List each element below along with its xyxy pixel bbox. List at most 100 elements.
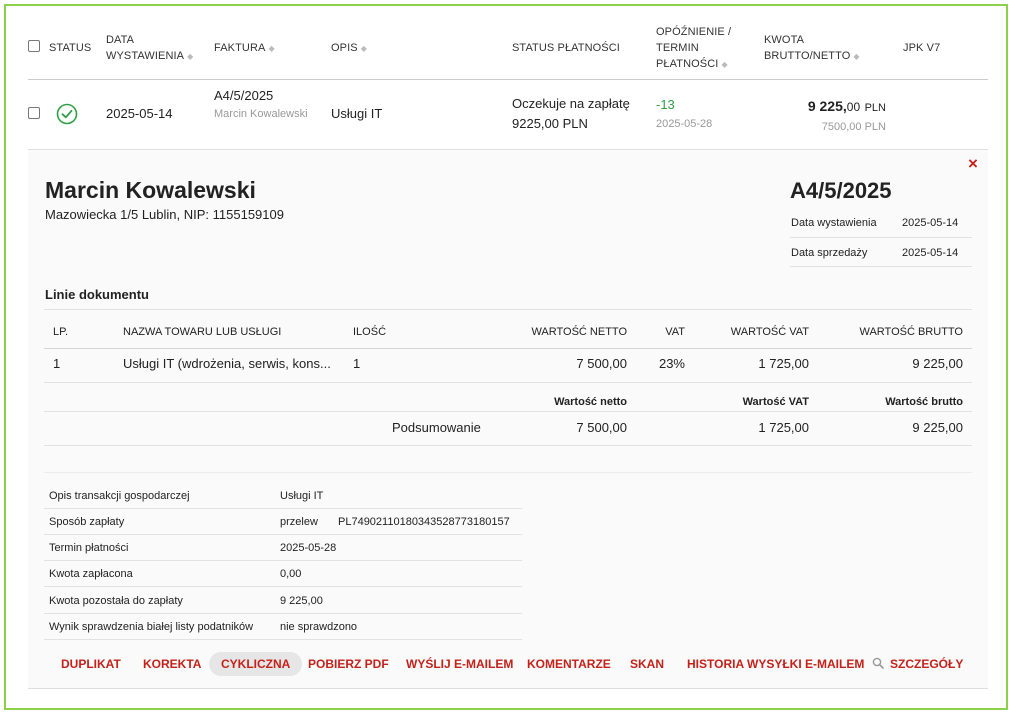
section-divider bbox=[44, 472, 972, 473]
line-vat: 23% bbox=[658, 356, 685, 371]
row-client-name: Marcin Kowalewski bbox=[214, 108, 308, 120]
info-payment-method-label: Sposób zapłaty bbox=[49, 516, 125, 528]
header-payment-status: STATUS PŁATNOŚCI bbox=[512, 42, 620, 54]
info-divider bbox=[44, 508, 522, 509]
info-paid-value: 0,00 bbox=[280, 568, 302, 580]
close-icon[interactable]: × bbox=[968, 154, 978, 174]
header-delay-line3: PŁATNOŚCI bbox=[656, 58, 719, 70]
header-invoice-label: FAKTURA bbox=[214, 42, 266, 54]
client-address: Mazowiecka 1/5 Lublin, NIP: 1155159109 bbox=[45, 207, 284, 222]
info-payment-method-value: przelew bbox=[280, 516, 318, 528]
correction-button[interactable]: KOREKTA bbox=[143, 652, 201, 676]
info-divider bbox=[44, 586, 522, 587]
duplicate-button[interactable]: DUPLIKAT bbox=[61, 652, 121, 676]
info-remaining-value: 9 225,00 bbox=[280, 595, 323, 607]
status-ok-icon bbox=[56, 103, 78, 130]
sort-icon: ◆ bbox=[721, 60, 728, 69]
row-due-date: 2025-05-28 bbox=[656, 118, 713, 130]
summary-label: Podsumowanie bbox=[392, 420, 481, 435]
row-payment-status: Oczekuje na zapłatę bbox=[512, 96, 630, 111]
meta-divider bbox=[790, 266, 972, 267]
meta-divider bbox=[790, 237, 972, 238]
gross-currency: PLN bbox=[864, 102, 886, 114]
row-gross-amount: 9 225,00 PLN bbox=[760, 98, 886, 116]
summary-net: 7 500,00 bbox=[576, 420, 627, 435]
info-due-label: Termin płatności bbox=[49, 542, 129, 554]
header-delay-line2: TERMIN bbox=[656, 42, 699, 54]
row-invoice-number[interactable]: A4/5/2025 bbox=[214, 88, 273, 103]
header-description[interactable]: OPIS ◆ bbox=[331, 40, 367, 57]
email-history-button[interactable]: HISTORIA WYSYŁKI E-MAILEM bbox=[687, 652, 864, 676]
row-net-amount: 7500,00 PLN bbox=[821, 121, 886, 133]
sort-icon: ◆ bbox=[853, 52, 860, 61]
row-payment-amount: 9225,00 PLN bbox=[512, 116, 588, 131]
summary-vat: 1 725,00 bbox=[758, 420, 809, 435]
sort-icon: ◆ bbox=[268, 44, 275, 53]
info-description-value: Usługi IT bbox=[280, 490, 324, 502]
info-due-value: 2025-05-28 bbox=[280, 542, 337, 554]
info-divider bbox=[44, 639, 522, 640]
info-divider bbox=[44, 560, 522, 561]
header-amount-line2: BRUTTO/NETTO bbox=[764, 50, 851, 62]
header-date[interactable]: DATA WYSTAWIENIA ◆ bbox=[106, 32, 193, 65]
select-all-checkbox[interactable] bbox=[28, 40, 40, 52]
header-amount-line1: KWOTA bbox=[764, 34, 805, 46]
invoice-detail-panel: × Marcin Kowalewski Mazowiecka 1/5 Lubli… bbox=[28, 150, 988, 689]
header-date-line1: DATA bbox=[106, 34, 135, 46]
meta-sale-date-label: Data sprzedaży bbox=[791, 247, 868, 259]
row-delay: -13 bbox=[656, 97, 675, 112]
info-divider bbox=[44, 534, 522, 535]
info-whitelist-value: nie sprawdzono bbox=[280, 621, 358, 633]
line-header-divider bbox=[44, 348, 972, 349]
header-delay-line1: OPÓŹNIENIE / bbox=[656, 26, 732, 38]
header-amount[interactable]: KWOTA BRUTTO/NETTO ◆ bbox=[764, 32, 860, 65]
line-net: 7 500,00 bbox=[576, 356, 627, 371]
line-header-name: NAZWA TOWARU LUB USŁUGI bbox=[123, 326, 282, 338]
sort-icon: ◆ bbox=[360, 44, 367, 53]
info-account-number: PL74902110180343528773180157 bbox=[338, 516, 510, 528]
line-header-vat: VAT bbox=[665, 326, 685, 338]
info-remaining-label: Kwota pozostała do zapłaty bbox=[49, 595, 183, 607]
info-divider bbox=[44, 613, 522, 614]
line-row-divider bbox=[44, 382, 972, 383]
summary-vat-label: Wartość VAT bbox=[742, 396, 809, 408]
scan-button[interactable]: SKAN bbox=[630, 652, 664, 676]
gross-decimals: 00 bbox=[846, 100, 861, 114]
summary-gross-label: Wartość brutto bbox=[885, 396, 963, 408]
line-header-lp: LP. bbox=[53, 326, 69, 338]
meta-issue-date-value: 2025-05-14 bbox=[902, 217, 959, 229]
summary-divider bbox=[44, 411, 972, 412]
line-gross: 9 225,00 bbox=[912, 356, 963, 371]
header-invoice[interactable]: FAKTURA ◆ bbox=[214, 40, 275, 57]
summary-bottom-divider bbox=[44, 445, 972, 446]
meta-issue-date-label: Data wystawienia bbox=[791, 217, 877, 229]
summary-net-label: Wartość netto bbox=[554, 396, 627, 408]
line-vat-value: 1 725,00 bbox=[758, 356, 809, 371]
details-button[interactable]: SZCZEGÓŁY bbox=[872, 652, 963, 677]
details-label: SZCZEGÓŁY bbox=[890, 657, 964, 671]
info-paid-label: Kwota zapłacona bbox=[49, 568, 133, 580]
header-delay[interactable]: OPÓŹNIENIE / TERMIN PŁATNOŚCI ◆ bbox=[656, 24, 731, 73]
info-whitelist-label: Wynik sprawdzenia białej listy podatnikó… bbox=[49, 621, 254, 633]
sort-icon: ◆ bbox=[187, 52, 194, 61]
lines-title: Linie dokumentu bbox=[45, 287, 149, 302]
row-date: 2025-05-14 bbox=[106, 106, 173, 121]
header-divider bbox=[28, 79, 988, 80]
header-jpk: JPK V7 bbox=[903, 42, 941, 54]
line-name: Usługi IT (wdrożenia, serwis, kons... bbox=[123, 356, 331, 371]
cyclic-button[interactable]: CYKLICZNA bbox=[209, 652, 303, 676]
info-description-label: Opis transakcji gospodarczej bbox=[49, 490, 190, 502]
line-header-vat-value: WARTOŚĆ VAT bbox=[730, 326, 809, 338]
header-status[interactable]: STATUS bbox=[49, 40, 91, 56]
header-date-line2: WYSTAWIENIA bbox=[106, 50, 185, 62]
summary-gross: 9 225,00 bbox=[912, 420, 963, 435]
comments-button[interactable]: KOMENTARZE bbox=[527, 652, 611, 676]
meta-sale-date-value: 2025-05-14 bbox=[902, 247, 959, 259]
lines-divider bbox=[44, 309, 972, 310]
gross-main: 9 225, bbox=[807, 98, 847, 114]
download-pdf-button[interactable]: POBIERZ PDF bbox=[308, 652, 389, 676]
line-header-gross: WARTOŚĆ BRUTTO bbox=[859, 326, 964, 338]
row-checkbox[interactable] bbox=[28, 107, 40, 119]
send-email-button[interactable]: WYŚLIJ E-MAILEM bbox=[406, 652, 513, 676]
row-description: Usługi IT bbox=[331, 106, 383, 121]
